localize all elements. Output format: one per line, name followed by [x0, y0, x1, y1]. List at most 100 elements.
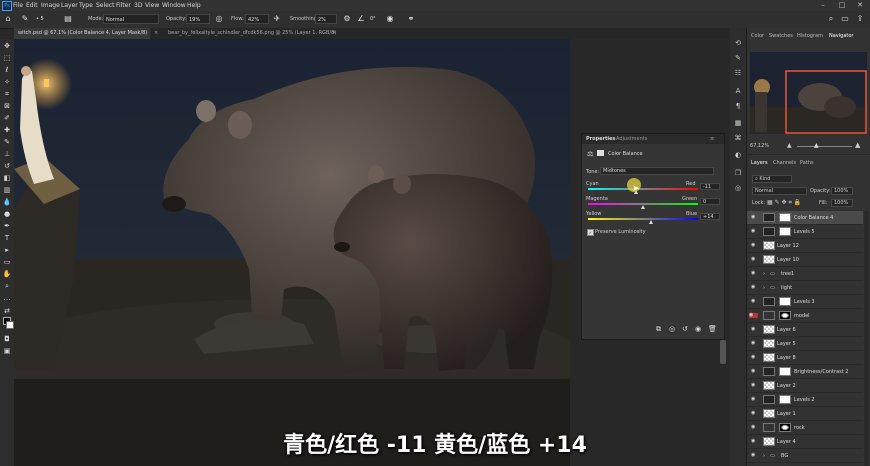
layer-thumbnail[interactable]	[763, 241, 775, 250]
visibility-eye-icon[interactable]: ◉	[751, 215, 757, 220]
lasso-tool-icon[interactable]: ℓ	[2, 66, 12, 75]
tab-witch[interactable]: witch.psd @ 67,1% (Color Balance 4, Laye…	[14, 28, 150, 47]
visibility-eye-icon[interactable]: ◉	[751, 243, 757, 248]
eyedropper-icon[interactable]: ✐	[2, 114, 12, 123]
clip-icon[interactable]: ⧉	[656, 325, 661, 334]
marquee-tool-icon[interactable]: ⬚	[2, 54, 12, 63]
brush-preset-icon[interactable]: ✎	[733, 53, 743, 63]
dodge-tool-icon[interactable]: ●	[2, 210, 12, 219]
layer-thumbnail[interactable]	[763, 339, 775, 348]
group-expand-icon[interactable]: ›	[763, 285, 765, 291]
path-select-icon[interactable]: ▸	[2, 246, 12, 255]
shape-tool-icon[interactable]: ▭	[2, 258, 12, 267]
layer-row[interactable]: ◉ Layer 10	[747, 253, 863, 267]
blur-tool-icon[interactable]: 💧	[2, 198, 12, 207]
smoothing-field[interactable]: 2%	[315, 14, 337, 24]
zoom-slider[interactable]	[797, 146, 852, 147]
visibility-eye-icon[interactable]: ◉	[751, 411, 757, 416]
libraries-icon[interactable]: ▦	[733, 118, 743, 128]
frame-tool-icon[interactable]: ⊠	[2, 102, 12, 111]
reset-icon[interactable]: ↺	[682, 325, 688, 333]
visibility-eye-icon[interactable]: ◉	[751, 285, 757, 290]
visibility-eye-icon[interactable]: ◉	[751, 229, 757, 234]
layer-thumbnail[interactable]	[763, 297, 775, 306]
menu-filter[interactable]: Filter	[116, 0, 131, 11]
visibility-eye-icon[interactable]: ◉	[749, 313, 758, 318]
search-icon[interactable]: ⌕	[826, 14, 836, 24]
blend-mode-select[interactable]: Normal	[752, 187, 807, 195]
layer-thumbnail[interactable]	[763, 311, 775, 320]
layer-row[interactable]: ◉ Layer 2	[747, 379, 863, 393]
layer-row[interactable]: ◉ Levels 3	[747, 295, 863, 309]
canvas-scrollbar[interactable]	[720, 340, 726, 364]
layers-icon[interactable]: ❐	[733, 168, 743, 178]
type-tool-icon[interactable]: T	[2, 234, 12, 243]
filter-kind-select[interactable]: ⌕ Kind	[752, 175, 792, 183]
tone-select[interactable]: Midtones	[600, 167, 714, 175]
cyan-red-slider[interactable]	[588, 188, 698, 190]
menu-image[interactable]: Image	[41, 0, 60, 11]
quick-mask-icon[interactable]: ◘	[2, 335, 12, 344]
visibility-eye-icon[interactable]: ◉	[751, 355, 757, 360]
visibility-eye-icon[interactable]: ◉	[751, 341, 757, 346]
move-tool-icon[interactable]: ✥	[2, 42, 12, 51]
brush-settings-icon[interactable]: ▤	[63, 14, 73, 24]
layer-row[interactable]: ◉ Color Balance 4	[747, 211, 863, 225]
layer-mask-thumbnail[interactable]	[779, 297, 791, 306]
layer-row[interactable]: ◉ Layer 8	[747, 351, 863, 365]
history-icon[interactable]: ⟲	[733, 38, 743, 48]
visibility-eye-icon[interactable]: ◉	[751, 369, 757, 374]
maximize-icon[interactable]: □	[833, 0, 851, 11]
tab-color[interactable]: Color	[751, 33, 764, 39]
menu-type[interactable]: Type	[79, 0, 93, 11]
visibility-eye-icon[interactable]: ◉	[751, 299, 757, 304]
airbrush-icon[interactable]: ✈	[272, 14, 282, 24]
background-color[interactable]	[6, 321, 14, 329]
flow-field[interactable]: 42%	[245, 14, 269, 24]
eraser-tool-icon[interactable]: ◧	[2, 174, 12, 183]
layer-mask-thumbnail[interactable]	[779, 213, 791, 222]
layer-thumbnail[interactable]	[763, 409, 775, 418]
pressure-opacity-icon[interactable]: ◎	[214, 14, 224, 24]
view-previous-icon[interactable]: ◎	[669, 325, 675, 333]
layer-row[interactable]: ◉ Layer 12	[747, 239, 863, 253]
character-icon[interactable]: A	[733, 86, 743, 96]
brush-tool-icon[interactable]: ✎	[20, 14, 30, 24]
pressure-size-icon[interactable]: ◉	[385, 14, 395, 24]
panel-menu-icon[interactable]: ≡	[710, 136, 714, 142]
channels-icon[interactable]: ◎	[733, 183, 743, 193]
tab-histogram[interactable]: Histogram	[797, 33, 823, 39]
tab-navigator[interactable]: Navigator	[829, 33, 853, 39]
properties-icon[interactable]: ☷	[733, 68, 743, 78]
minimize-icon[interactable]: –	[814, 0, 832, 11]
layer-row[interactable]: ◉ Layer 5	[747, 337, 863, 351]
zoom-slider-thumb[interactable]: ▲	[814, 142, 819, 149]
visibility-eye-icon[interactable]: ◉	[751, 397, 757, 402]
share-icon[interactable]: ⇪	[855, 14, 865, 24]
history-brush-icon[interactable]: ↺	[2, 162, 12, 171]
menu-edit[interactable]: Edit	[26, 0, 38, 11]
tab-layers[interactable]: Layers	[751, 160, 768, 166]
lock-icons[interactable]: ▦ ✎ ✥ ⌗ 🔒	[767, 199, 801, 207]
menu-select[interactable]: Select	[96, 0, 115, 11]
paragraph-icon[interactable]: ¶	[733, 101, 743, 111]
swap-colors-icon[interactable]: ⇄	[2, 307, 12, 316]
pen-tool-icon[interactable]: ✒	[2, 222, 12, 231]
layer-row[interactable]: ◉ › ▭ light	[747, 281, 863, 295]
tab-close-icon[interactable]: ×	[154, 28, 158, 39]
magenta-green-thumb[interactable]	[641, 205, 645, 209]
mask-icon[interactable]	[597, 150, 604, 156]
tab-adjustments[interactable]: Adjustments	[616, 136, 647, 142]
yellow-blue-slider[interactable]	[588, 218, 698, 220]
zoom-out-icon[interactable]: ▲	[787, 142, 792, 149]
group-expand-icon[interactable]: ›	[763, 271, 765, 277]
layer-thumbnail[interactable]	[763, 213, 775, 222]
visibility-eye-icon[interactable]: ◉	[751, 257, 757, 262]
zoom-value[interactable]: 67,12%	[750, 143, 769, 149]
layer-thumbnail[interactable]	[763, 395, 775, 404]
yellow-blue-value[interactable]: +14	[700, 213, 720, 220]
quick-select-icon[interactable]: ✧	[2, 78, 12, 87]
visibility-eye-icon[interactable]: ◉	[751, 383, 757, 388]
adjustments-icon[interactable]: ◐	[733, 150, 743, 160]
menu-file[interactable]: File	[13, 0, 23, 11]
